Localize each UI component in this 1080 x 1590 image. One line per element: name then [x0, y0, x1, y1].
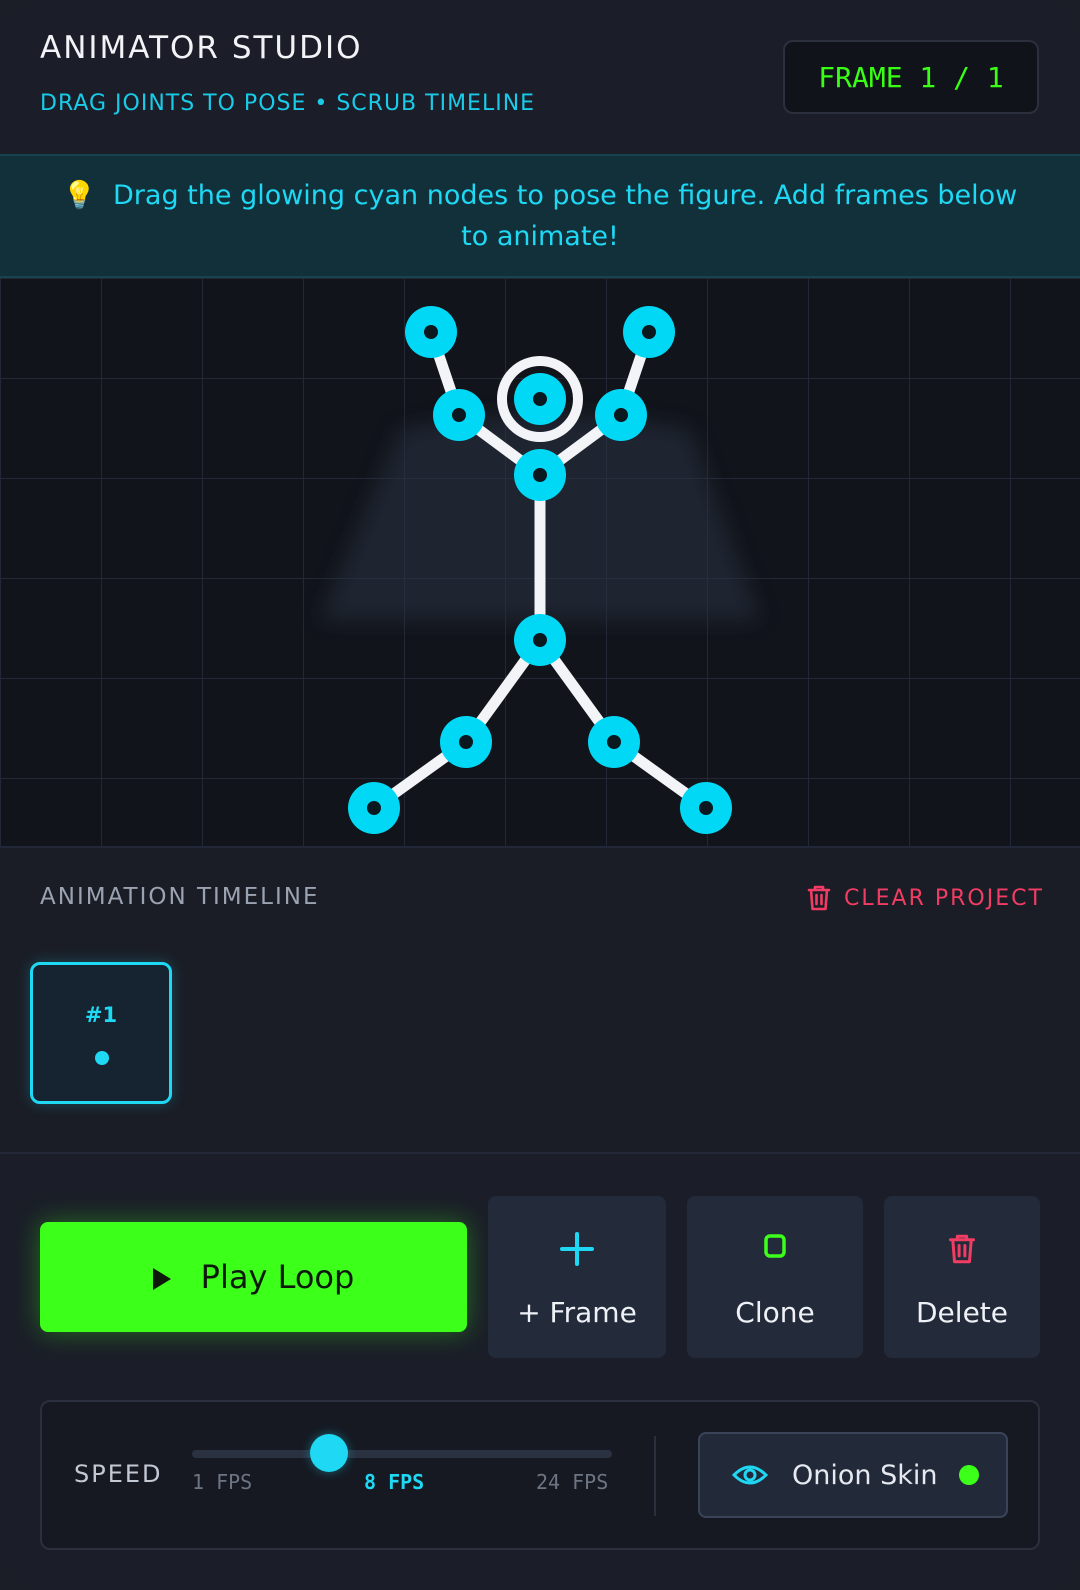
- lightbulb-icon: 💡: [62, 180, 97, 211]
- speed-current-label: 8 FPS: [364, 1470, 425, 1494]
- speed-max-label: 24 FPS: [536, 1470, 609, 1494]
- app-subtitle: DRAG JOINTS TO POSE • SCRUB TIMELINE: [40, 91, 536, 116]
- delete-label: Delete: [916, 1296, 1008, 1329]
- onion-skin-label: Onion Skin: [792, 1459, 938, 1491]
- speed-slider-thumb[interactable]: [309, 1434, 348, 1472]
- joint-head[interactable]: [514, 373, 566, 425]
- joint-left-knee[interactable]: [440, 716, 492, 768]
- tip-banner: 💡 Drag the glowing cyan nodes to pose th…: [0, 154, 1080, 278]
- eye-icon: [732, 1465, 768, 1485]
- tip-text: Drag the glowing cyan nodes to pose the …: [113, 180, 1018, 252]
- clone-label: Clone: [735, 1296, 815, 1329]
- plus-icon: [560, 1232, 594, 1266]
- delete-frame-button[interactable]: Delete: [884, 1196, 1040, 1358]
- speed-label: SPEED: [74, 1460, 163, 1488]
- clear-project-button[interactable]: CLEAR PROJECT: [806, 884, 1044, 912]
- play-icon: [152, 1268, 171, 1290]
- pose-canvas[interactable]: [0, 278, 1080, 848]
- joint-right-hand[interactable]: [623, 306, 675, 358]
- pose-canvas-svg[interactable]: [0, 278, 1080, 846]
- joint-hip[interactable]: [514, 614, 566, 666]
- add-frame-label: + Frame: [517, 1296, 637, 1329]
- clone-frame-button[interactable]: Clone: [687, 1196, 863, 1358]
- timeline-frame-1[interactable]: #1: [30, 962, 172, 1104]
- animator-app: ANIMATOR STUDIO DRAG JOINTS TO POSE • SC…: [0, 0, 1080, 1590]
- onion-skin-status-dot: [959, 1465, 980, 1485]
- speed-min-label: 1 FPS: [192, 1470, 253, 1494]
- clone-icon: [764, 1234, 786, 1258]
- joint-left-foot[interactable]: [348, 782, 400, 834]
- trash-icon: [807, 885, 831, 911]
- speed-panel: SPEED 1 FPS 8 FPS 24 FPS Onion Skin: [40, 1400, 1040, 1550]
- app-title: ANIMATOR STUDIO: [40, 30, 363, 66]
- joint-right-foot[interactable]: [680, 782, 732, 834]
- panel-separator: [654, 1436, 656, 1516]
- joint-right-knee[interactable]: [588, 716, 640, 768]
- frame-counter-badge: FRAME 1 / 1: [783, 40, 1039, 114]
- joint-left-elbow[interactable]: [433, 389, 485, 441]
- play-loop-label: Play Loop: [200, 1258, 355, 1296]
- onion-skin-toggle[interactable]: Onion Skin: [698, 1432, 1008, 1518]
- joint-right-elbow[interactable]: [595, 389, 647, 441]
- joint-neck[interactable]: [514, 449, 566, 501]
- active-frame-dot: [95, 1051, 109, 1065]
- timeline-heading: ANIMATION TIMELINE: [40, 884, 320, 910]
- play-loop-button[interactable]: Play Loop: [40, 1222, 467, 1332]
- header: ANIMATOR STUDIO DRAG JOINTS TO POSE • SC…: [0, 0, 1080, 154]
- clear-project-label: CLEAR PROJECT: [844, 885, 1044, 911]
- trash-icon: [948, 1234, 976, 1264]
- speed-slider-track[interactable]: [192, 1450, 612, 1458]
- frame-number: #1: [84, 1003, 118, 1027]
- add-frame-button[interactable]: + Frame: [488, 1196, 666, 1358]
- joint-left-hand[interactable]: [405, 306, 457, 358]
- controls-panel: Play Loop + Frame Clone Delete SPEED 1 F…: [0, 1154, 1080, 1590]
